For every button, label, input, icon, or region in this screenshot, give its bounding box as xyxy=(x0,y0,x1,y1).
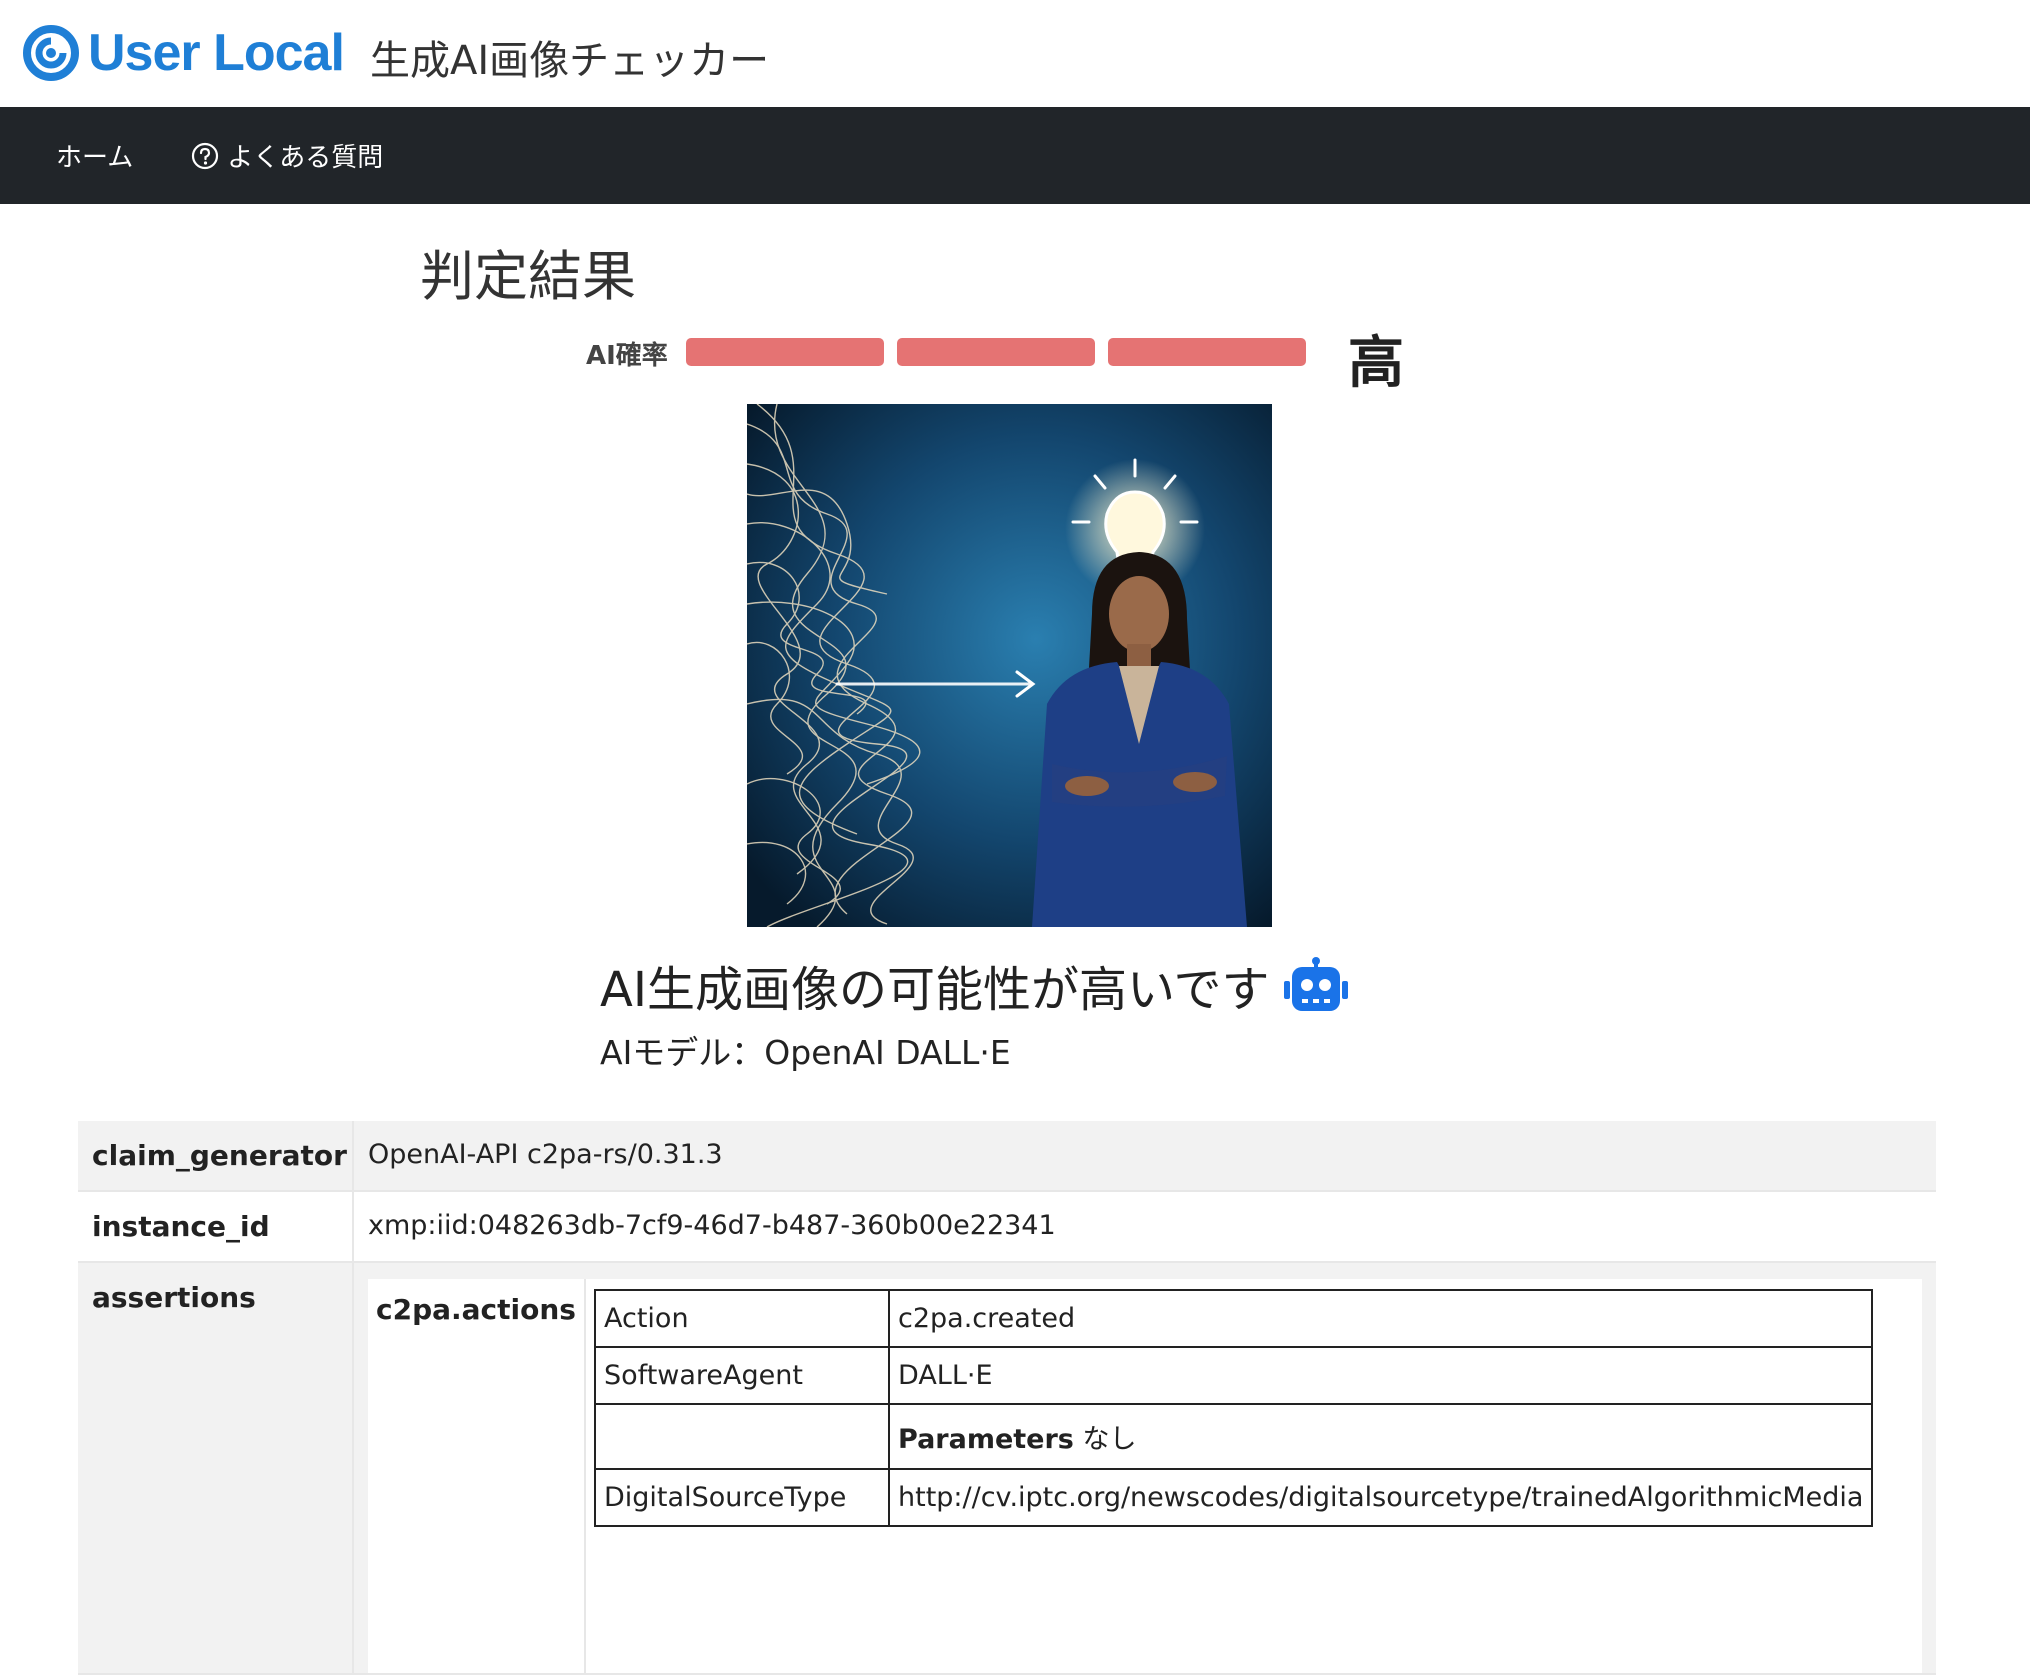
c2pa-actions-table: Action c2pa.created SoftwareAgent DALL·E… xyxy=(594,1289,1874,1527)
meta-value-instance-id: xmp:iid:048263db-7cf9-46d7-b487-360b00e2… xyxy=(368,1210,1056,1241)
nav-faq-label: よくある質問 xyxy=(227,143,384,173)
probability-bar-segment-1 xyxy=(686,338,884,366)
table-row: claim_generator OpenAI-API c2pa-rs/0.31.… xyxy=(78,1121,1936,1192)
nav-home-label: ホーム xyxy=(56,143,134,173)
table-row: DigitalSourceType http://cv.iptc.org/new… xyxy=(594,1468,1874,1527)
c2pa-metadata-table: claim_generator OpenAI-API c2pa-rs/0.31.… xyxy=(78,1121,1936,1675)
question-circle-icon xyxy=(192,142,219,169)
nav-faq-link[interactable]: よくある質問 xyxy=(191,137,383,174)
action-value: c2pa.created xyxy=(887,1289,1874,1348)
table-row: SoftwareAgent DALL·E xyxy=(594,1346,1874,1405)
action-key: Action xyxy=(594,1289,890,1348)
software-agent-key: SoftwareAgent xyxy=(594,1346,890,1405)
parameters-label: Parameters xyxy=(898,1424,1074,1455)
assertion-key-c2pa-actions: c2pa.actions xyxy=(368,1279,586,1673)
meta-key-instance-id: instance_id xyxy=(78,1192,354,1261)
parameters-value: なし xyxy=(1073,1424,1137,1455)
ai-probability-level: 高 xyxy=(1348,331,1404,396)
table-row: Parameters なし xyxy=(594,1403,1874,1470)
ai-model-line: AIモデル：OpenAI DALL·E xyxy=(600,1033,1011,1072)
parameters-empty-key xyxy=(594,1403,890,1470)
parameters-cell: Parameters なし xyxy=(887,1403,1874,1470)
analyzed-image xyxy=(747,404,1272,927)
verdict-text: AI生成画像の可能性が高いです xyxy=(600,962,1270,1018)
assertions-container: c2pa.actions Action c2pa.created Softwar… xyxy=(354,1263,1936,1673)
digital-source-type-key: DigitalSourceType xyxy=(594,1468,890,1527)
digital-source-type-value: http://cv.iptc.org/newscodes/digitalsour… xyxy=(887,1468,1874,1527)
software-agent-value: DALL·E xyxy=(887,1346,1874,1405)
user-local-logo-icon xyxy=(23,25,79,81)
ai-probability-label: AI確率 xyxy=(586,341,668,371)
probability-bar-segment-2 xyxy=(897,338,1095,366)
meta-value-claim-generator: OpenAI-API c2pa-rs/0.31.3 xyxy=(368,1139,723,1170)
result-title: 判定結果 xyxy=(420,245,636,308)
table-row: Action c2pa.created xyxy=(594,1289,1874,1348)
user-local-logo[interactable]: User Local xyxy=(22,22,345,84)
table-row: assertions c2pa.actions Action c2pa.crea… xyxy=(78,1263,1936,1675)
site-header: User Local 生成AI画像チェッカー xyxy=(0,0,2030,107)
table-row: instance_id xmp:iid:048263db-7cf9-46d7-b… xyxy=(78,1192,1936,1263)
meta-key-assertions: assertions xyxy=(78,1263,354,1673)
robot-icon xyxy=(1283,957,1348,1011)
navbar: ホーム よくある質問 xyxy=(0,107,2030,204)
logo-text: User Local xyxy=(88,24,345,82)
probability-bar-segment-3 xyxy=(1108,338,1306,366)
nav-home-link[interactable]: ホーム xyxy=(56,137,133,174)
app-title: 生成AI画像チェッカー xyxy=(370,38,770,84)
assertions-panel: c2pa.actions Action c2pa.created Softwar… xyxy=(368,1279,1922,1673)
verdict-message: AI生成画像の可能性が高いです xyxy=(600,950,1348,1020)
meta-key-claim-generator: claim_generator xyxy=(78,1121,354,1190)
